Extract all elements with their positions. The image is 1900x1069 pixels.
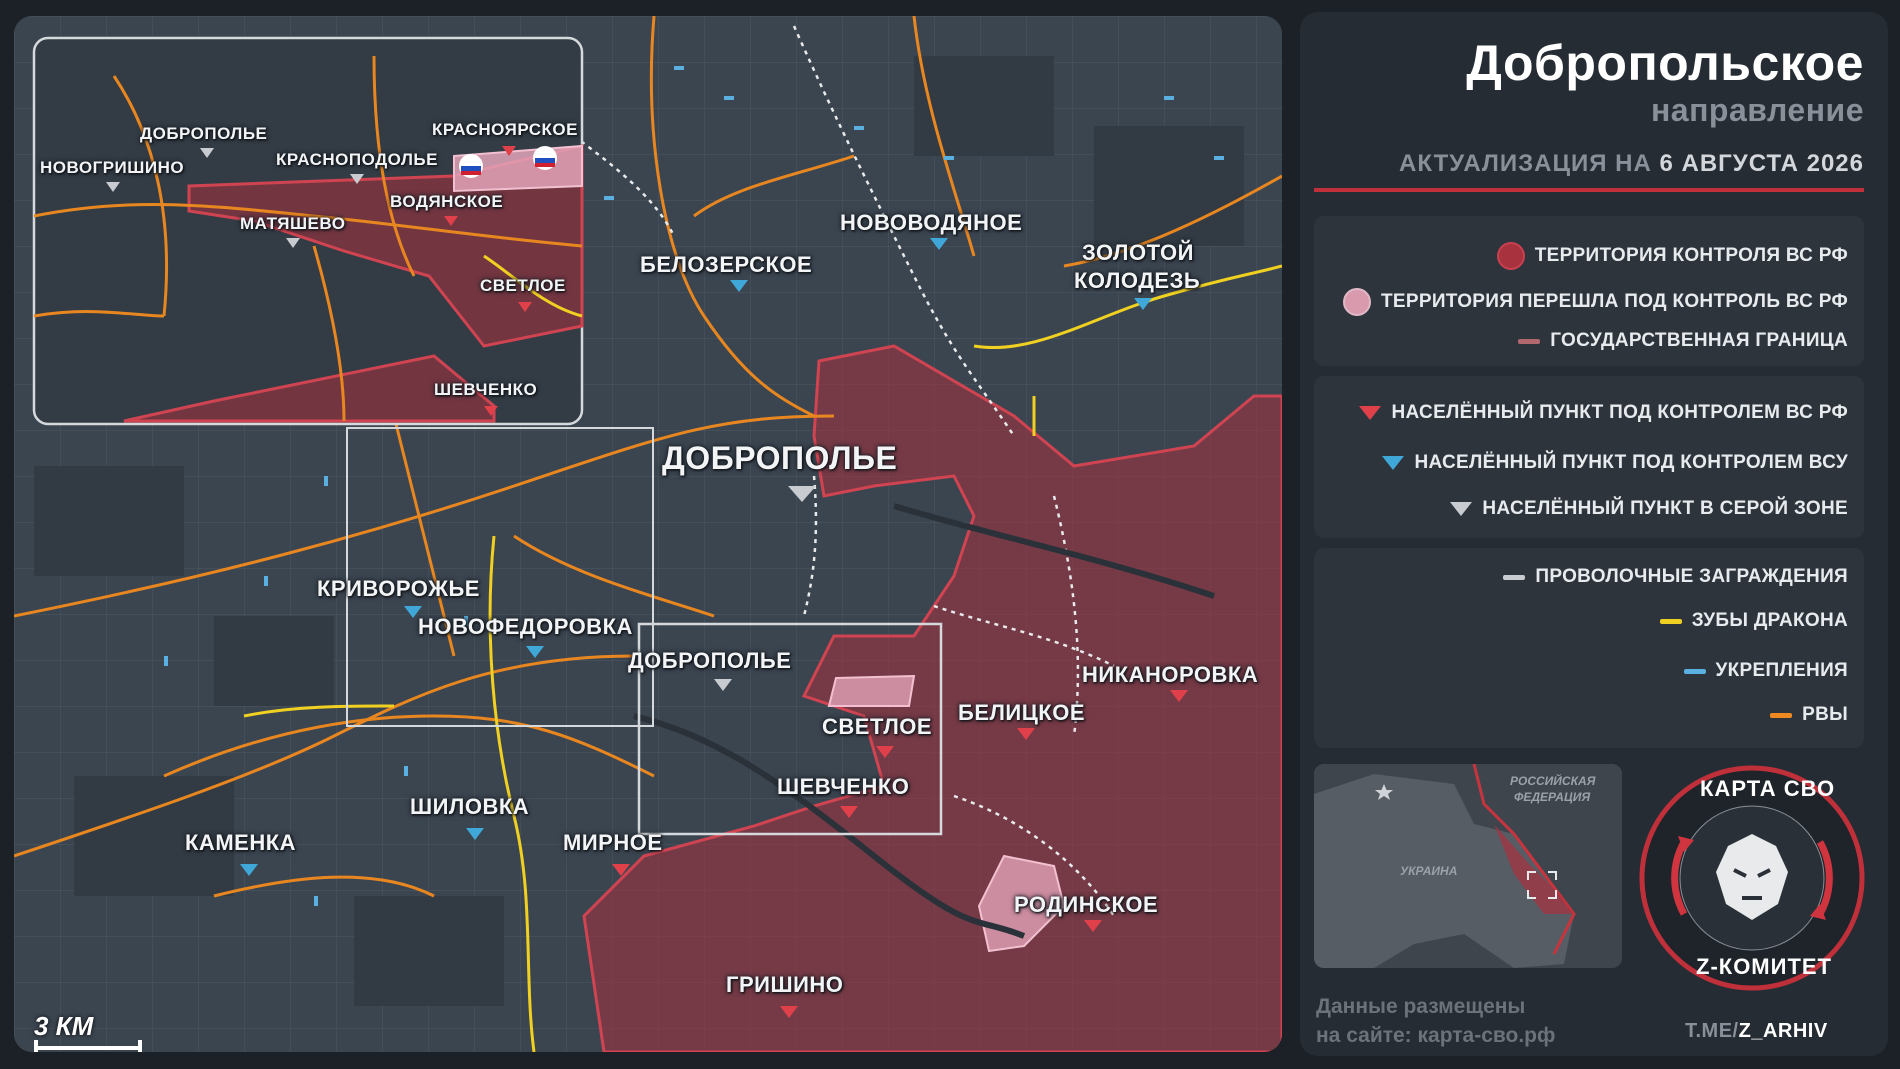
settlement-label-belitskoe: БЕЛИЦКОЕ — [958, 700, 1086, 725]
dragon-teeth-swatch — [1659, 618, 1682, 624]
legend-label: ЗУБЫ ДРАКОНА — [1691, 610, 1848, 631]
triangle-red-icon — [1359, 406, 1382, 420]
legend-group-settlements: НАСЕЛЁННЫЙ ПУНКТ ПОД КОНТРОЛЕМ ВС РФ НАС… — [1314, 376, 1864, 538]
legend-item-dragon-teeth: ЗУБЫ ДРАКОНА — [1659, 610, 1848, 632]
inset-label-novogrishino: НОВОГРИШИНО — [40, 158, 185, 177]
legend-label: ТЕРРИТОРИЯ КОНТРОЛЯ ВС РФ — [1534, 245, 1848, 266]
legend-item-fortifications: УКРЕПЛЕНИЯ — [1683, 660, 1848, 682]
settlement-label-grishino: ГРИШИНО — [726, 972, 844, 997]
legend-label: РВЫ — [1802, 704, 1848, 725]
minimap-label-russia-1: РОССИЙСКАЯ — [1510, 774, 1596, 788]
settlement-label-shilovka: ШИЛОВКА — [410, 794, 530, 819]
legend-label: ГОСУДАРСТВЕННАЯ ГРАНИЦА — [1550, 330, 1848, 351]
legend-item-ditches: РВЫ — [1770, 704, 1848, 726]
update-prefix: АКТУАЛИЗАЦИЯ НА — [1399, 150, 1652, 177]
triangle-grey-icon — [1450, 502, 1473, 516]
settlement-label-krivorozhye: КРИВОРОЖЬЕ — [317, 576, 480, 601]
map-title: Добропольское — [1466, 35, 1864, 91]
legend-item-ru-control: ТЕРРИТОРИЯ КОНТРОЛЯ ВС РФ — [1496, 242, 1848, 270]
legend-label: НАСЕЛЁННЫЙ ПУНКТ ПОД КОНТРОЛЕМ ВС РФ — [1391, 402, 1848, 423]
settlement-label-zolotoy: ЗОЛОТОЙ — [1082, 240, 1194, 265]
legend-label: НАСЕЛЁННЫЙ ПУНКТ В СЕРОЙ ЗОНЕ — [1482, 498, 1848, 519]
telegram-name: Z_ARHIV — [1738, 1020, 1828, 1042]
inset-label-krasnoyarskoe: КРАСНОЯРСКОЕ — [432, 120, 578, 139]
recent-capture-area — [827, 674, 916, 707]
logo-text-bottom: Z-КОМИТЕТ — [1696, 954, 1832, 979]
legend-label: НАСЕЛЁННЫЙ ПУНКТ ПОД КОНТРОЛЕМ ВСУ — [1414, 452, 1848, 473]
data-source-line1: Данные размещены — [1316, 995, 1526, 1018]
settlement-label-kolodez: КОЛОДЕЗЬ — [1074, 268, 1201, 293]
border-swatch — [1518, 338, 1541, 344]
fortification-swatch — [1683, 668, 1706, 674]
ru-captured-swatch — [1343, 288, 1371, 316]
settlement-label-belozerskoe: БЕЛОЗЕРСКОЕ — [640, 252, 813, 277]
telegram-handle[interactable]: T.ME/Z_ARHIV — [1685, 1020, 1828, 1043]
inset-label-vodyanskoe: ВОДЯНСКОЕ — [390, 192, 504, 211]
settlement-label-svetloe: СВЕТЛОЕ — [822, 714, 933, 739]
legend-label: ТЕРРИТОРИЯ ПЕРЕШЛА ПОД КОНТРОЛЬ ВС РФ — [1381, 291, 1848, 312]
update-date: АКТУАЛИЗАЦИЯ НА 6 АВГУСТА 2026 — [1399, 150, 1864, 178]
inset-label-svetloe: СВЕТЛОЕ — [480, 276, 566, 295]
logo-text-top: КАРТА СВО — [1700, 776, 1836, 801]
ru-control-swatch — [1496, 242, 1525, 270]
minimap-label-ukraine: УКРАИНА — [1400, 864, 1458, 878]
settlement-label-kamenka: КАМЕНКА — [185, 830, 297, 855]
wire-swatch — [1503, 574, 1526, 580]
overview-minimap[interactable]: РОССИЙСКАЯ ФЕДЕРАЦИЯ УКРАИНА — [1314, 764, 1622, 968]
triangle-blue-icon — [1382, 456, 1405, 470]
legend-item-settlement-ua: НАСЕЛЁННЫЙ ПУНКТ ПОД КОНТРОЛЕМ ВСУ — [1382, 452, 1848, 474]
legend-group-fortifications: ПРОВОЛОЧНЫЕ ЗАГРАЖДЕНИЯ ЗУБЫ ДРАКОНА УКР… — [1314, 548, 1864, 748]
map-scale: 3 КМ — [34, 1011, 142, 1052]
settlement-label-shevchenko: ШЕВЧЕНКО — [777, 774, 910, 799]
inset-label-krasnopodolye: КРАСНОПОДОЛЬЕ — [276, 150, 438, 169]
title-divider — [1314, 188, 1864, 192]
settlement-label-nikanorovka: НИКАНОРОВКА — [1082, 662, 1259, 687]
legend-item-wire: ПРОВОЛОЧНЫЕ ЗАГРАЖДЕНИЯ — [1503, 566, 1848, 588]
legend-item-border: ГОСУДАРСТВЕННАЯ ГРАНИЦА — [1518, 330, 1848, 352]
data-source-line2: на сайте: карта-сво.рф — [1316, 1024, 1556, 1047]
update-date-value: 6 АВГУСТА 2026 — [1659, 150, 1864, 177]
settlement-label-dobropolye-inset: ДОБРОПОЛЬЕ — [628, 648, 792, 673]
legend-item-settlement-grey: НАСЕЛЁННЫЙ ПУНКТ В СЕРОЙ ЗОНЕ — [1450, 498, 1848, 520]
settlement-label-novofedorovka: НОВОФЕДОРОВКА — [418, 614, 633, 639]
data-source-note: Данные размещены на сайте: карта-сво.рф — [1316, 992, 1555, 1050]
legend-item-settlement-ru: НАСЕЛЁННЫЙ ПУНКТ ПОД КОНТРОЛЕМ ВС РФ — [1359, 402, 1848, 424]
settlement-label-dobropolye-main: ДОБРОПОЛЬЕ — [662, 440, 898, 476]
logo-emblem: КАРТА СВО Z-КОМИТЕТ — [1638, 764, 1866, 992]
inset-label-dobropolye: ДОБРОПОЛЬЕ — [140, 124, 268, 143]
legend-item-ru-captured: ТЕРРИТОРИЯ ПЕРЕШЛА ПОД КОНТРОЛЬ ВС РФ — [1343, 288, 1848, 316]
inset-label-matyashevo: МАТЯШЕВО — [240, 214, 346, 233]
legend-group-territory: ТЕРРИТОРИЯ КОНТРОЛЯ ВС РФ ТЕРРИТОРИЯ ПЕР… — [1314, 216, 1864, 366]
legend-label: ПРОВОЛОЧНЫЕ ЗАГРАЖДЕНИЯ — [1535, 566, 1848, 587]
settlement-label-mirnoe: МИРНОЕ — [563, 830, 663, 855]
minimap-label-russia-2: ФЕДЕРАЦИЯ — [1514, 790, 1591, 804]
map-panel[interactable]: ДОБРОПОЛЬЕ НОВОВОДЯНОЕ БЕЛОЗЕРСКОЕ ЗОЛОТ… — [14, 16, 1282, 1052]
settlement-label-rodinskoe: РОДИНСКОЕ — [1014, 892, 1159, 917]
ditch-swatch — [1770, 712, 1793, 718]
settlement-label-novovodyanoe: НОВОВОДЯНОЕ — [840, 210, 1023, 235]
legend-label: УКРЕПЛЕНИЯ — [1715, 660, 1848, 681]
inset-label-shevchenko: ШЕВЧЕНКО — [434, 380, 538, 399]
scale-bar — [34, 1040, 142, 1052]
map-subtitle: направление — [1650, 92, 1864, 128]
info-panel: Добропольское направление АКТУАЛИЗАЦИЯ Н… — [1300, 12, 1888, 1056]
telegram-prefix: T.ME/ — [1685, 1020, 1739, 1042]
page: ДОБРОПОЛЬЕ НОВОВОДЯНОЕ БЕЛОЗЕРСКОЕ ЗОЛОТ… — [0, 0, 1900, 1069]
scale-label: 3 КМ — [34, 1011, 94, 1041]
